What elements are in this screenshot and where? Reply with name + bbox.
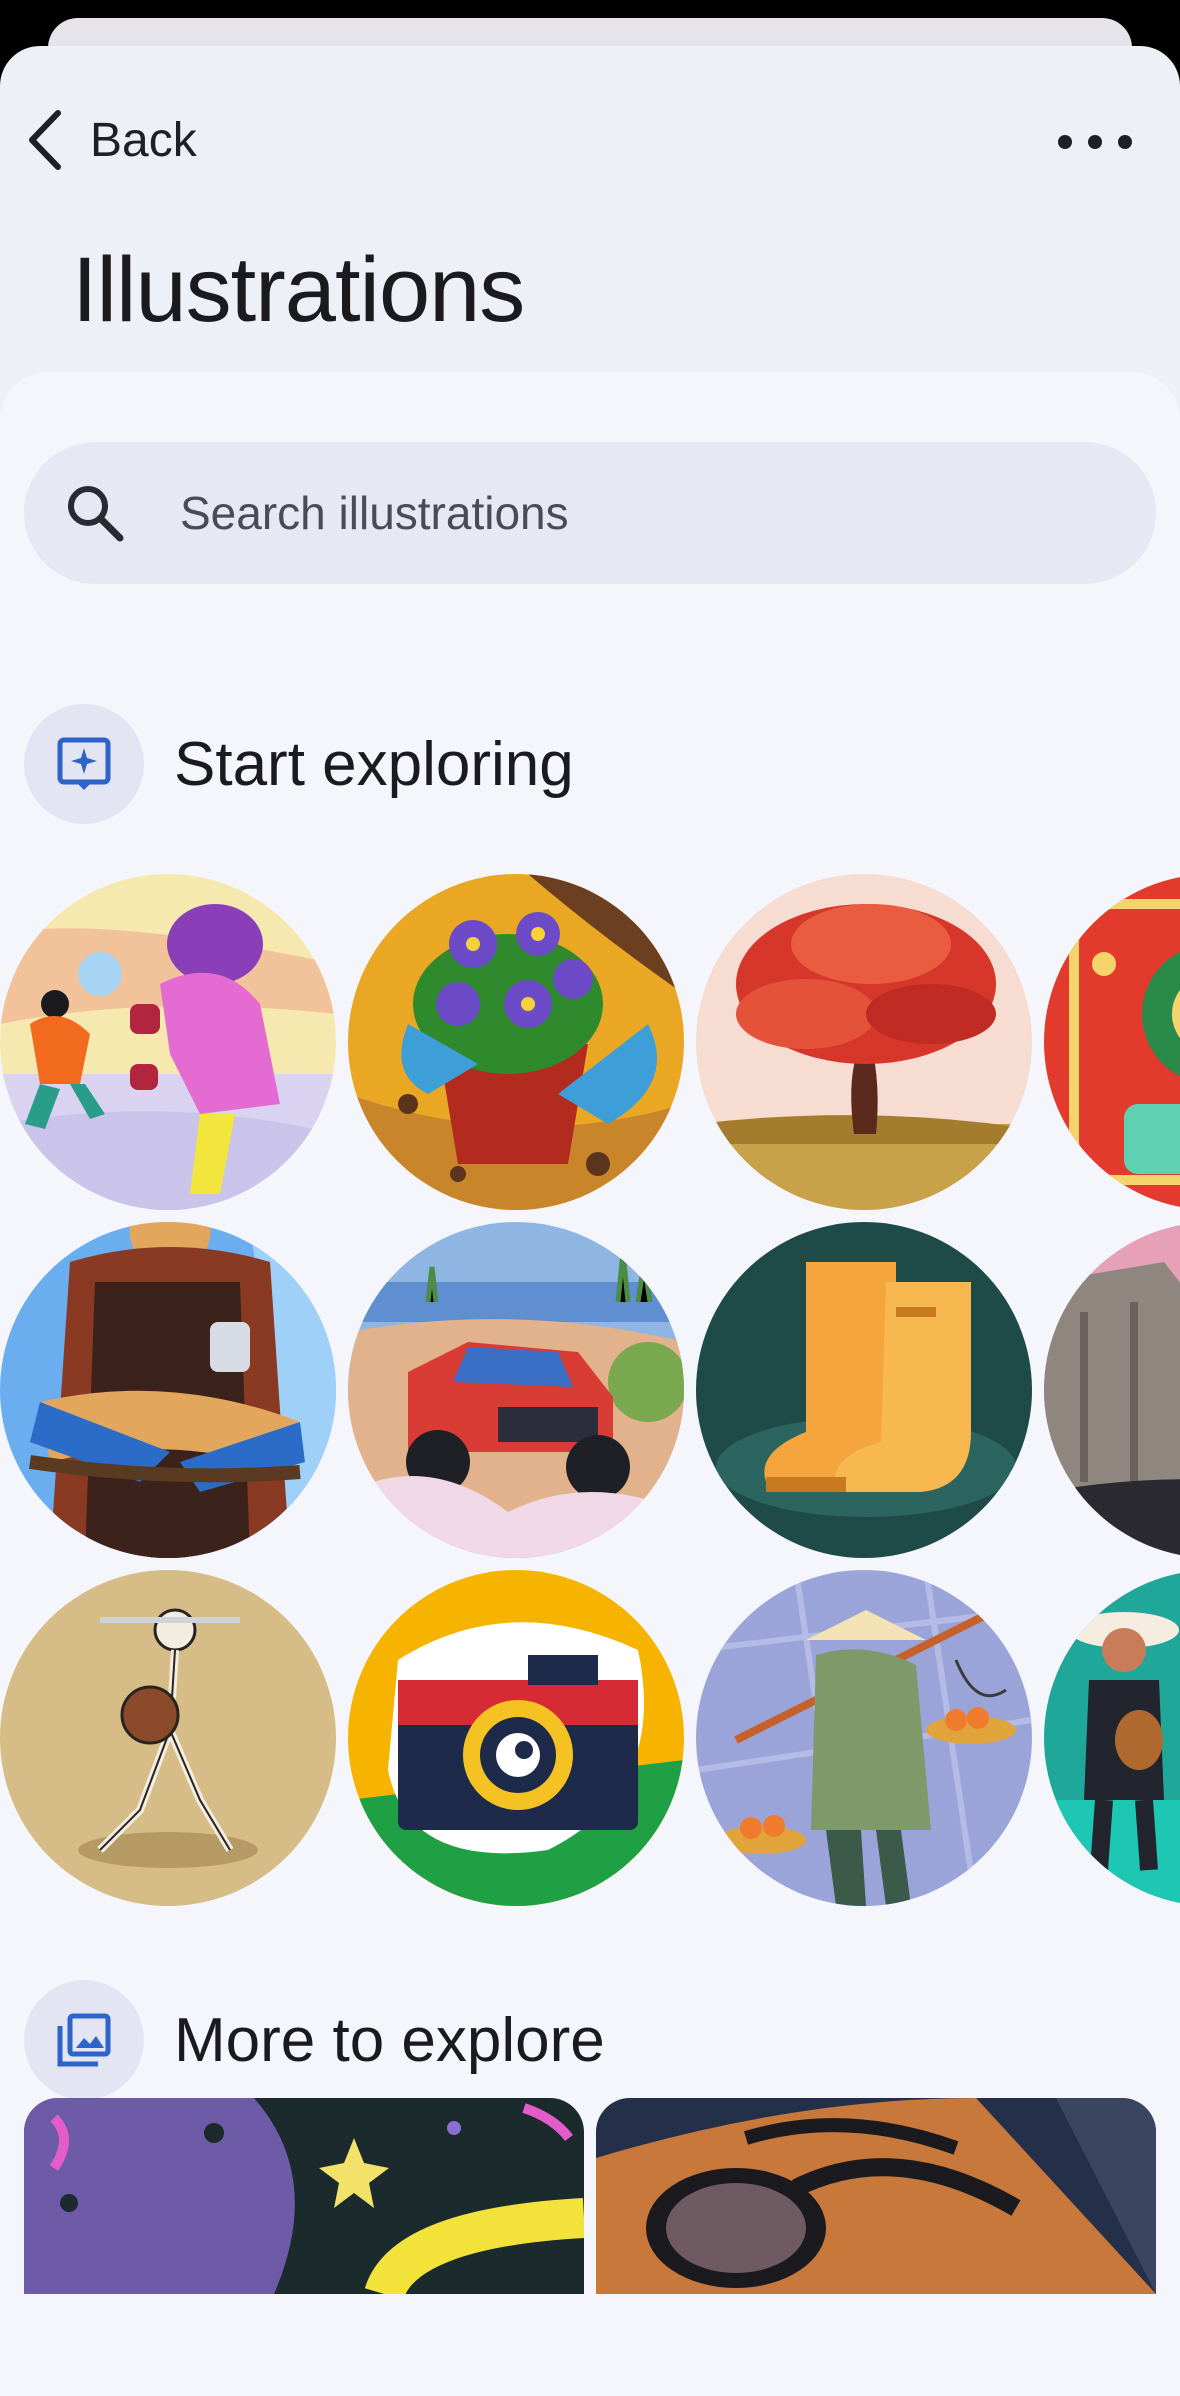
illustrations-sheet: Back Illustrations Search illustrations … — [0, 46, 1180, 2396]
illustration-snowball-fight[interactable] — [0, 874, 336, 1210]
section-title-start: Start exploring — [174, 729, 574, 799]
illustration-rocky-cliff[interactable] — [1044, 1222, 1180, 1558]
page-title: Illustrations — [72, 239, 525, 341]
illustration-fruit-vendor[interactable] — [696, 1570, 1032, 1906]
illustration-retro-camera[interactable] — [348, 1570, 684, 1906]
illustration-tattoo-artist[interactable] — [0, 1222, 336, 1558]
sparkle-frame-icon — [24, 704, 144, 824]
more-to-explore-header: More to explore — [24, 1980, 605, 2100]
search-placeholder: Search illustrations — [180, 487, 569, 539]
illustration-offroad-truck[interactable] — [348, 1222, 684, 1558]
content-panel: Search illustrations Start exploring Mor… — [0, 372, 1180, 2396]
back-button[interactable]: Back — [22, 100, 197, 180]
photo-gallery-icon — [24, 1980, 144, 2100]
illustration-rain-boots[interactable] — [696, 1222, 1032, 1558]
illustration-mariachi-musicians[interactable] — [1044, 1570, 1180, 1906]
more-options-icon[interactable] — [1058, 122, 1132, 162]
illustration-decorative-pattern[interactable] — [1044, 874, 1180, 1210]
illustration-red-maple-tree[interactable] — [696, 874, 1032, 1210]
start-exploring-header: Start exploring — [24, 704, 574, 824]
search-icon — [68, 486, 124, 542]
top-bar: Back — [0, 46, 1180, 216]
illustration-skeleton-warrior[interactable] — [0, 1570, 336, 1906]
section-title-more: More to explore — [174, 2005, 605, 2075]
back-label: Back — [90, 113, 197, 167]
chevron-left-icon — [29, 110, 61, 170]
explore-card-sunglasses[interactable] — [596, 2098, 1156, 2294]
explore-card-confetti[interactable] — [24, 2098, 584, 2294]
illustration-potted-violets[interactable] — [348, 874, 684, 1210]
search-bar[interactable]: Search illustrations — [24, 442, 1156, 584]
